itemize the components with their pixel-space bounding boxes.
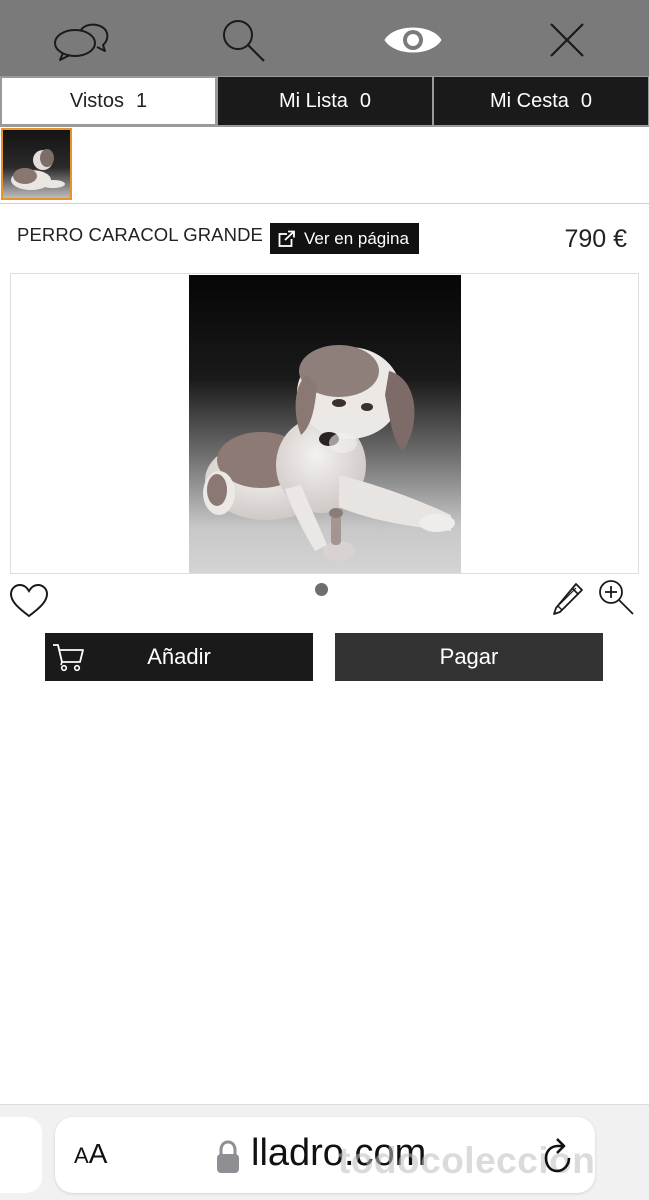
- thumbnail-strip: [0, 127, 649, 204]
- tab-label: Vistos: [69, 89, 124, 112]
- previous-tab-pill[interactable]: [0, 1117, 42, 1193]
- tab-mi-cesta[interactable]: Mi Cesta 0: [434, 77, 648, 125]
- product-price: 790 €: [564, 225, 627, 253]
- product-thumbnail[interactable]: [1, 128, 72, 200]
- lock-icon: [217, 1140, 239, 1173]
- pay-button-label: Pagar: [439, 644, 499, 669]
- puppy-thumbnail-image: [3, 130, 70, 198]
- cart-icon: [53, 644, 84, 672]
- tab-vistos[interactable]: Vistos 1: [1, 77, 216, 125]
- tab-count: 1: [135, 89, 148, 112]
- tab-label: Mi Cesta: [489, 89, 569, 112]
- product-main-image[interactable]: [189, 275, 461, 573]
- heart-icon[interactable]: [9, 583, 49, 619]
- add-button-label: Añadir: [147, 644, 211, 669]
- pencil-icon[interactable]: [550, 580, 586, 616]
- top-toolbar: [0, 0, 649, 76]
- tab-count: 0: [359, 89, 372, 112]
- eye-icon[interactable]: [383, 18, 443, 62]
- add-to-cart-button[interactable]: Añadir: [45, 633, 313, 681]
- product-image-frame: [10, 273, 639, 574]
- pay-button[interactable]: Pagar: [335, 633, 603, 681]
- zoom-in-icon[interactable]: [597, 578, 635, 616]
- chat-icon[interactable]: [51, 18, 111, 62]
- text-size-large-a: A: [88, 1138, 108, 1169]
- view-on-page-button[interactable]: Ver en página: [270, 223, 419, 254]
- text-size-small-a: A: [74, 1143, 89, 1168]
- tab-bar: Vistos 1 Mi Lista 0 Mi Cesta 0: [0, 76, 649, 127]
- reload-icon[interactable]: [543, 1136, 575, 1174]
- close-icon[interactable]: [545, 18, 605, 62]
- puppy-figurine-image: [189, 275, 461, 573]
- tab-label: Mi Lista: [278, 89, 348, 112]
- view-on-page-label: Ver en página: [304, 228, 409, 248]
- tab-mi-lista[interactable]: Mi Lista 0: [218, 77, 432, 125]
- page: Vistos 1 Mi Lista 0 Mi Cesta 0 PERRO CAR…: [0, 0, 649, 1200]
- carousel-indicator[interactable]: [315, 583, 328, 596]
- product-title: PERRO CARACOL GRANDE: [17, 224, 263, 245]
- text-size-button[interactable]: AA: [74, 1138, 107, 1170]
- search-icon[interactable]: [218, 18, 278, 62]
- external-link-icon: [278, 229, 296, 247]
- tab-count: 0: [580, 89, 593, 112]
